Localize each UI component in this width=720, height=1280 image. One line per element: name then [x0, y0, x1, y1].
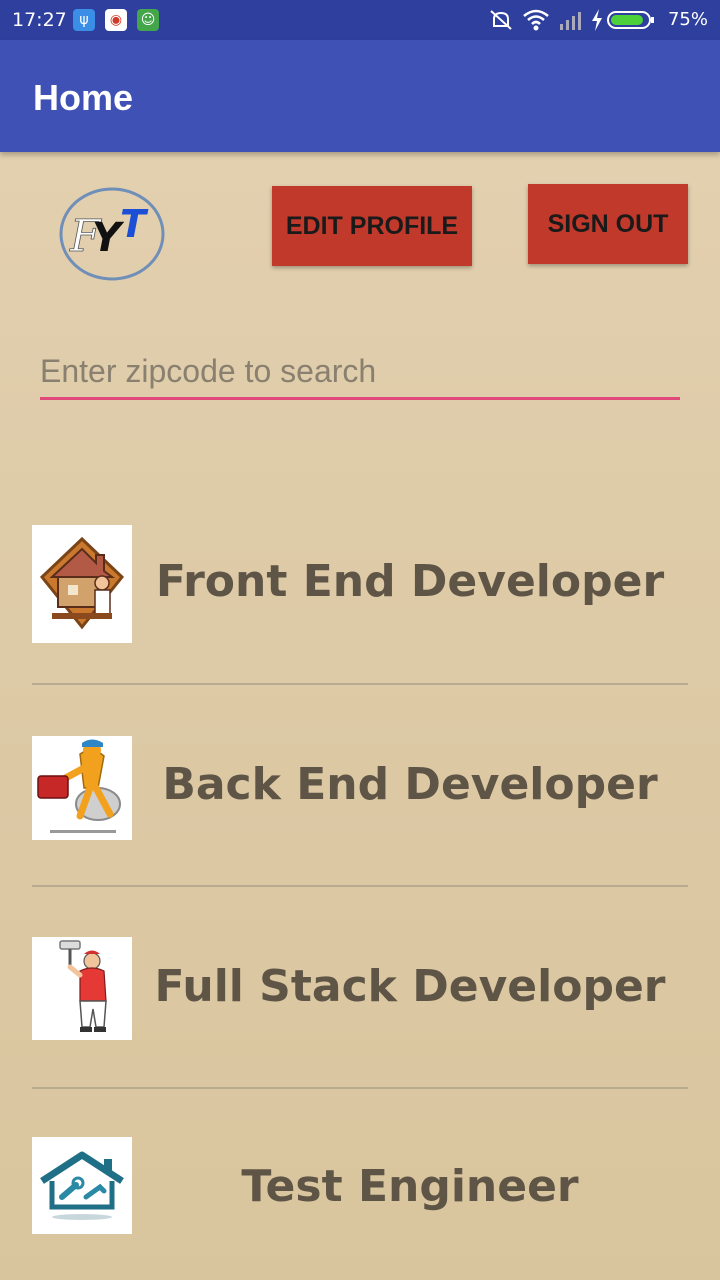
plumber-icon	[32, 736, 132, 840]
status-icons: 75%	[488, 8, 708, 32]
app-notification-icon: ◉	[105, 9, 127, 31]
android-icon: ☺	[137, 9, 159, 31]
list-item-front-end-developer[interactable]: Front End Developer	[32, 510, 688, 712]
signal-icon	[560, 12, 581, 30]
sign-out-button[interactable]: SIGN OUT	[528, 184, 688, 264]
list-item-label: Full Stack Developer	[154, 961, 666, 1012]
house-mover-icon	[32, 525, 132, 643]
house-tools-icon	[32, 1137, 132, 1234]
edit-profile-button[interactable]: EDIT PROFILE	[272, 186, 472, 266]
battery-icon	[607, 11, 654, 29]
list-item-back-end-developer[interactable]: Back End Developer	[32, 685, 688, 887]
list-item-label: Test Engineer	[241, 1161, 579, 1212]
zipcode-search-field	[40, 345, 680, 403]
list-item-test-engineer[interactable]: Test Engineer	[32, 1089, 688, 1280]
list-item-full-stack-developer[interactable]: Full Stack Developer	[32, 887, 688, 1089]
svg-text:T: T	[120, 202, 149, 246]
usb-icon: ψ	[73, 9, 95, 31]
wifi-icon	[523, 9, 549, 31]
painter-icon	[32, 937, 132, 1040]
status-bar: 17:27 ψ ◉ ☺ 75%	[0, 0, 720, 40]
search-underline	[40, 397, 680, 400]
category-list: Front End Developer Back End Developer F…	[32, 510, 688, 1280]
list-item-label: Front End Developer	[155, 556, 665, 607]
mute-icon	[490, 10, 512, 30]
status-time: 17:27	[12, 9, 67, 31]
zipcode-search-input[interactable]	[40, 345, 680, 397]
charging-icon	[592, 9, 602, 31]
list-item-label: Back End Developer	[162, 759, 658, 810]
app-logo: F Y T	[59, 187, 165, 281]
app-bar: Home	[0, 40, 720, 152]
battery-percentage: 75%	[667, 9, 708, 30]
page-title: Home	[33, 77, 134, 118]
